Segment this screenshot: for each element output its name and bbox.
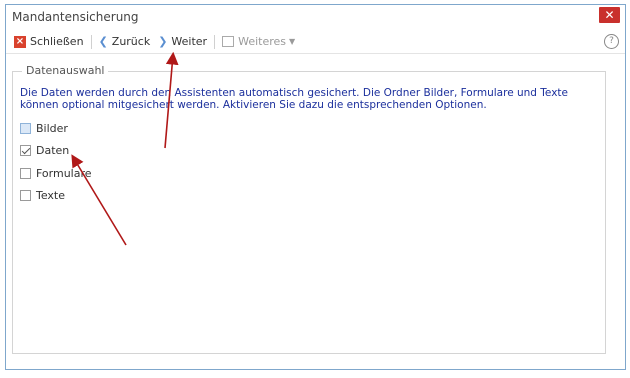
title-bar: Mandantensicherung ✕ xyxy=(6,5,625,29)
option-label: Bilder xyxy=(36,122,68,135)
more-button[interactable]: Weiteres ▼ xyxy=(218,32,299,52)
close-button[interactable]: × Schließen xyxy=(10,32,88,52)
back-button[interactable]: ❮ Zurück xyxy=(95,32,155,52)
checkbox-bilder[interactable] xyxy=(20,123,31,134)
data-selection-group xyxy=(12,71,606,354)
option-texte[interactable]: Texte xyxy=(20,189,65,202)
next-button-label: Weiter xyxy=(171,35,208,48)
toolbar-divider xyxy=(214,34,216,49)
option-label: Texte xyxy=(36,189,66,202)
close-icon: × xyxy=(14,35,26,48)
toolbar: × Schließen ❮ Zurück ❯ Weiter Weiteres ▼… xyxy=(6,30,625,54)
toolbar-divider xyxy=(90,34,92,49)
back-button-label: Zurück xyxy=(111,35,151,48)
description-text: Die Daten werden durch den Assistenten a… xyxy=(20,87,568,111)
group-title: Datenauswahl xyxy=(22,64,109,77)
option-formulare[interactable]: Formulare xyxy=(20,167,92,180)
option-label: Formulare xyxy=(36,167,92,180)
chevron-down-icon: ▼ xyxy=(289,37,296,46)
checkbox-formulare[interactable] xyxy=(20,168,31,179)
window-title: Mandantensicherung xyxy=(12,10,139,24)
option-daten[interactable]: Daten xyxy=(20,144,69,157)
checkbox-daten[interactable] xyxy=(20,145,31,156)
more-button-label: Weiteres xyxy=(238,35,287,48)
chevron-right-icon: ❯ xyxy=(158,35,168,48)
window-close-button[interactable]: ✕ xyxy=(599,7,620,23)
document-icon xyxy=(222,36,235,47)
option-bilder[interactable]: Bilder xyxy=(20,122,68,135)
next-button[interactable]: ❯ Weiter xyxy=(154,32,211,52)
option-label: Daten xyxy=(36,144,70,157)
help-icon[interactable]: ? xyxy=(604,34,619,49)
chevron-left-icon: ❮ xyxy=(98,35,108,48)
checkbox-texte[interactable] xyxy=(20,190,31,201)
close-button-label: Schließen xyxy=(30,35,84,48)
